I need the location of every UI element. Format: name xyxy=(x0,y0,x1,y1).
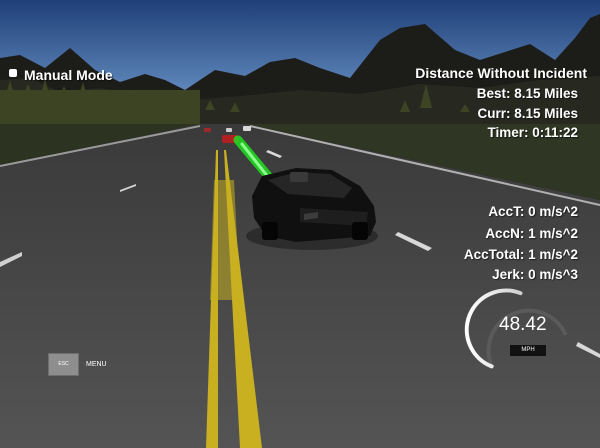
mode-indicator-icon xyxy=(9,69,17,77)
total-acceleration: AccTotal: 1 m/s^2 xyxy=(463,247,578,262)
best-distance: Best: 8.15 Miles xyxy=(476,86,578,101)
distant-car-white xyxy=(243,126,251,131)
distance-title: Distance Without Incident xyxy=(415,65,587,81)
distant-car-red-2 xyxy=(204,128,211,132)
speed-unit-label: MPH xyxy=(510,345,546,356)
speed-readout: 48.42 xyxy=(499,314,547,335)
distant-car-white-2 xyxy=(226,128,232,132)
tangential-acceleration: AccT: 0 m/s^2 xyxy=(488,204,578,219)
esc-button[interactable]: ESC xyxy=(48,353,79,376)
simulator-viewport: Manual Mode Distance Without Incident Be… xyxy=(0,0,600,448)
driving-mode-label: Manual Mode xyxy=(24,67,113,83)
timer: Timer: 0:11:22 xyxy=(487,125,578,140)
normal-acceleration: AccN: 1 m/s^2 xyxy=(485,226,578,241)
current-distance: Curr: 8.15 Miles xyxy=(477,106,578,121)
menu-label: MENU xyxy=(86,361,107,368)
jerk-value: Jerk: 0 m/s^3 xyxy=(492,267,578,282)
